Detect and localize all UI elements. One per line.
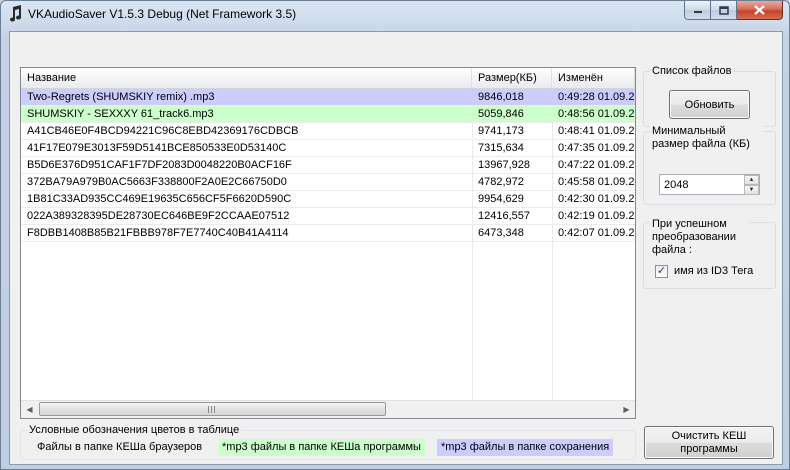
table-row[interactable]: Two-Regrets (SHUMSKIY remix) .mp3 9846,01… [21,89,635,106]
cell-modified: 0:49:28 01.09.20 [552,89,635,106]
cell-modified: 0:47:35 01.09.20 [552,140,635,157]
cell-modified: 0:48:41 01.09.20 [552,123,635,140]
cell-name: 1B81C33AD935CC469E19635C656CF5F6620D590C [21,191,472,208]
table-header: Название Размер(КБ) Изменён [21,68,635,89]
decrement-icon[interactable]: ▼ [744,185,759,195]
clear-cache-button[interactable]: Очистить КЕШ программы [644,426,774,459]
legend-item-label: *mp3 файлы в папке сохранения [441,441,610,453]
cell-size: 9954,629 [472,191,552,208]
close-icon [754,5,765,15]
legend-title: Условные обозначения цветов в таблице [27,424,242,437]
id3-name-checkbox-label[interactable]: имя из ID3 Тега [674,265,753,277]
app-window: VKAudioSaver V1.5.3 Debug (Net Framework… [0,0,790,470]
legend-item-save-folder: *mp3 файлы в папке сохранения [437,439,614,456]
file-list-group: Список файлов Обновить [643,65,776,127]
legend-item-browser-cache: Файлы в папке КЕШа браузеров [33,439,206,456]
column-header-modified[interactable]: Изменён [552,68,635,88]
cell-size: 13967,928 [472,157,552,174]
id3-name-checkbox[interactable]: ✓ [655,265,668,278]
table-row[interactable]: 022A389328395DE28730EC646BE9F2CCAAE07512… [21,208,635,225]
stepper-buttons: ▲ ▼ [744,175,759,195]
cell-name: 372BA79A979B0AC5663F338800F2A0E2C66750D0 [21,174,472,191]
scrollbar-thumb[interactable] [39,402,386,416]
client-area: Название Размер(КБ) Изменён Two-Regrets … [9,31,783,465]
min-size-group: Минимальный размер файла (КБ) 2048 ▲ ▼ [643,125,776,205]
cell-name: B5D6E376D951CAF1F7DF2083D0048220B0ACF16F [21,157,472,174]
legend-item-label: Файлы в папке КЕШа браузеров [37,441,203,453]
cell-name: F8DBB1408B85B21FBBB978F7E7740C40B41A4114 [21,225,472,242]
table-row[interactable]: A41CB46E0F4BCD94221C96C8EBD42369176CDBCB… [21,123,635,140]
min-size-group-title: Минимальный размер файла (КБ) [650,125,764,151]
cell-size: 12416,557 [472,208,552,225]
cell-name: 022A389328395DE28730EC646BE9F2CCAAE07512 [21,208,472,225]
horizontal-scrollbar[interactable]: ◀ ▶ [21,400,635,418]
table-row[interactable]: 1B81C33AD935CC469E19635C656CF5F6620D590C… [21,191,635,208]
column-header-size[interactable]: Размер(КБ) [472,68,552,88]
min-size-value: 2048 [664,179,689,191]
title-bar[interactable]: VKAudioSaver V1.5.3 Debug (Net Framework… [1,1,789,29]
close-button[interactable] [737,1,783,20]
legend-item-label: *mp3 файлы в папке КЕШа программы [222,441,421,453]
cell-modified: 0:42:30 01.09.20 [552,191,635,208]
maximize-button[interactable] [711,1,737,20]
cell-size: 9741,173 [472,123,552,140]
table-row[interactable]: F8DBB1408B85B21FBBB978F7E7740C40B41A4114… [21,225,635,242]
minimize-button[interactable] [684,1,711,20]
table-body: Two-Regrets (SHUMSKIY remix) .mp3 9846,01… [21,89,635,400]
scroll-right-icon[interactable]: ▶ [618,401,635,418]
cell-name: SHUMSKIY - SEXXXY 61_track6.mp3 [21,106,472,123]
cell-size: 9846,018 [472,89,552,106]
increment-icon[interactable]: ▲ [744,175,759,185]
cell-size: 4782,972 [472,174,552,191]
cell-modified: 0:42:19 01.09.20 [552,208,635,225]
cell-name: 41F17E079E3013F59D5141BCE850533E0D53140C [21,140,472,157]
file-list-group-title: Список файлов [650,65,734,78]
scroll-left-icon[interactable]: ◀ [21,401,38,418]
convert-group-title: При успешном преобразовании файла : [650,218,749,257]
cell-name: A41CB46E0F4BCD94221C96C8EBD42369176CDBCB [21,123,472,140]
grip-icon [208,406,217,413]
minimize-icon [693,11,702,13]
cell-name: Two-Regrets (SHUMSKIY remix) .mp3 [21,89,472,106]
window-title: VKAudioSaver V1.5.3 Debug (Net Framework… [28,7,297,21]
table-row[interactable]: 372BA79A979B0AC5663F338800F2A0E2C66750D0… [21,174,635,191]
cell-modified: 0:47:22 01.09.20 [552,157,635,174]
table-row[interactable]: B5D6E376D951CAF1F7DF2083D0048220B0ACF16F… [21,157,635,174]
legend-item-program-cache: *mp3 файлы в папке КЕШа программы [218,439,425,456]
cell-modified: 0:42:07 01.09.20 [552,225,635,242]
cell-size: 5059,846 [472,106,552,123]
files-table[interactable]: Название Размер(КБ) Изменён Two-Regrets … [20,67,636,419]
cell-size: 7315,634 [472,140,552,157]
min-size-stepper[interactable]: 2048 ▲ ▼ [659,174,760,195]
table-row[interactable]: SHUMSKIY - SEXXXY 61_track6.mp3 5059,846 0… [21,106,635,123]
cell-modified: 0:45:58 01.09.20 [552,174,635,191]
legend-group: Условные обозначения цветов в таблице Фа… [20,424,636,460]
maximize-icon [718,5,729,15]
table-row[interactable]: 41F17E079E3013F59D5141BCE850533E0D53140C… [21,140,635,157]
cell-size: 6473,348 [472,225,552,242]
refresh-button[interactable]: Обновить [669,90,750,119]
convert-group: При успешном преобразовании файла : ✓ им… [643,218,776,289]
check-icon: ✓ [656,265,667,277]
caption-buttons [684,1,783,21]
column-header-name[interactable]: Название [21,68,472,88]
music-note-icon [10,5,22,22]
cell-modified: 0:48:56 01.09.20 [552,106,635,123]
